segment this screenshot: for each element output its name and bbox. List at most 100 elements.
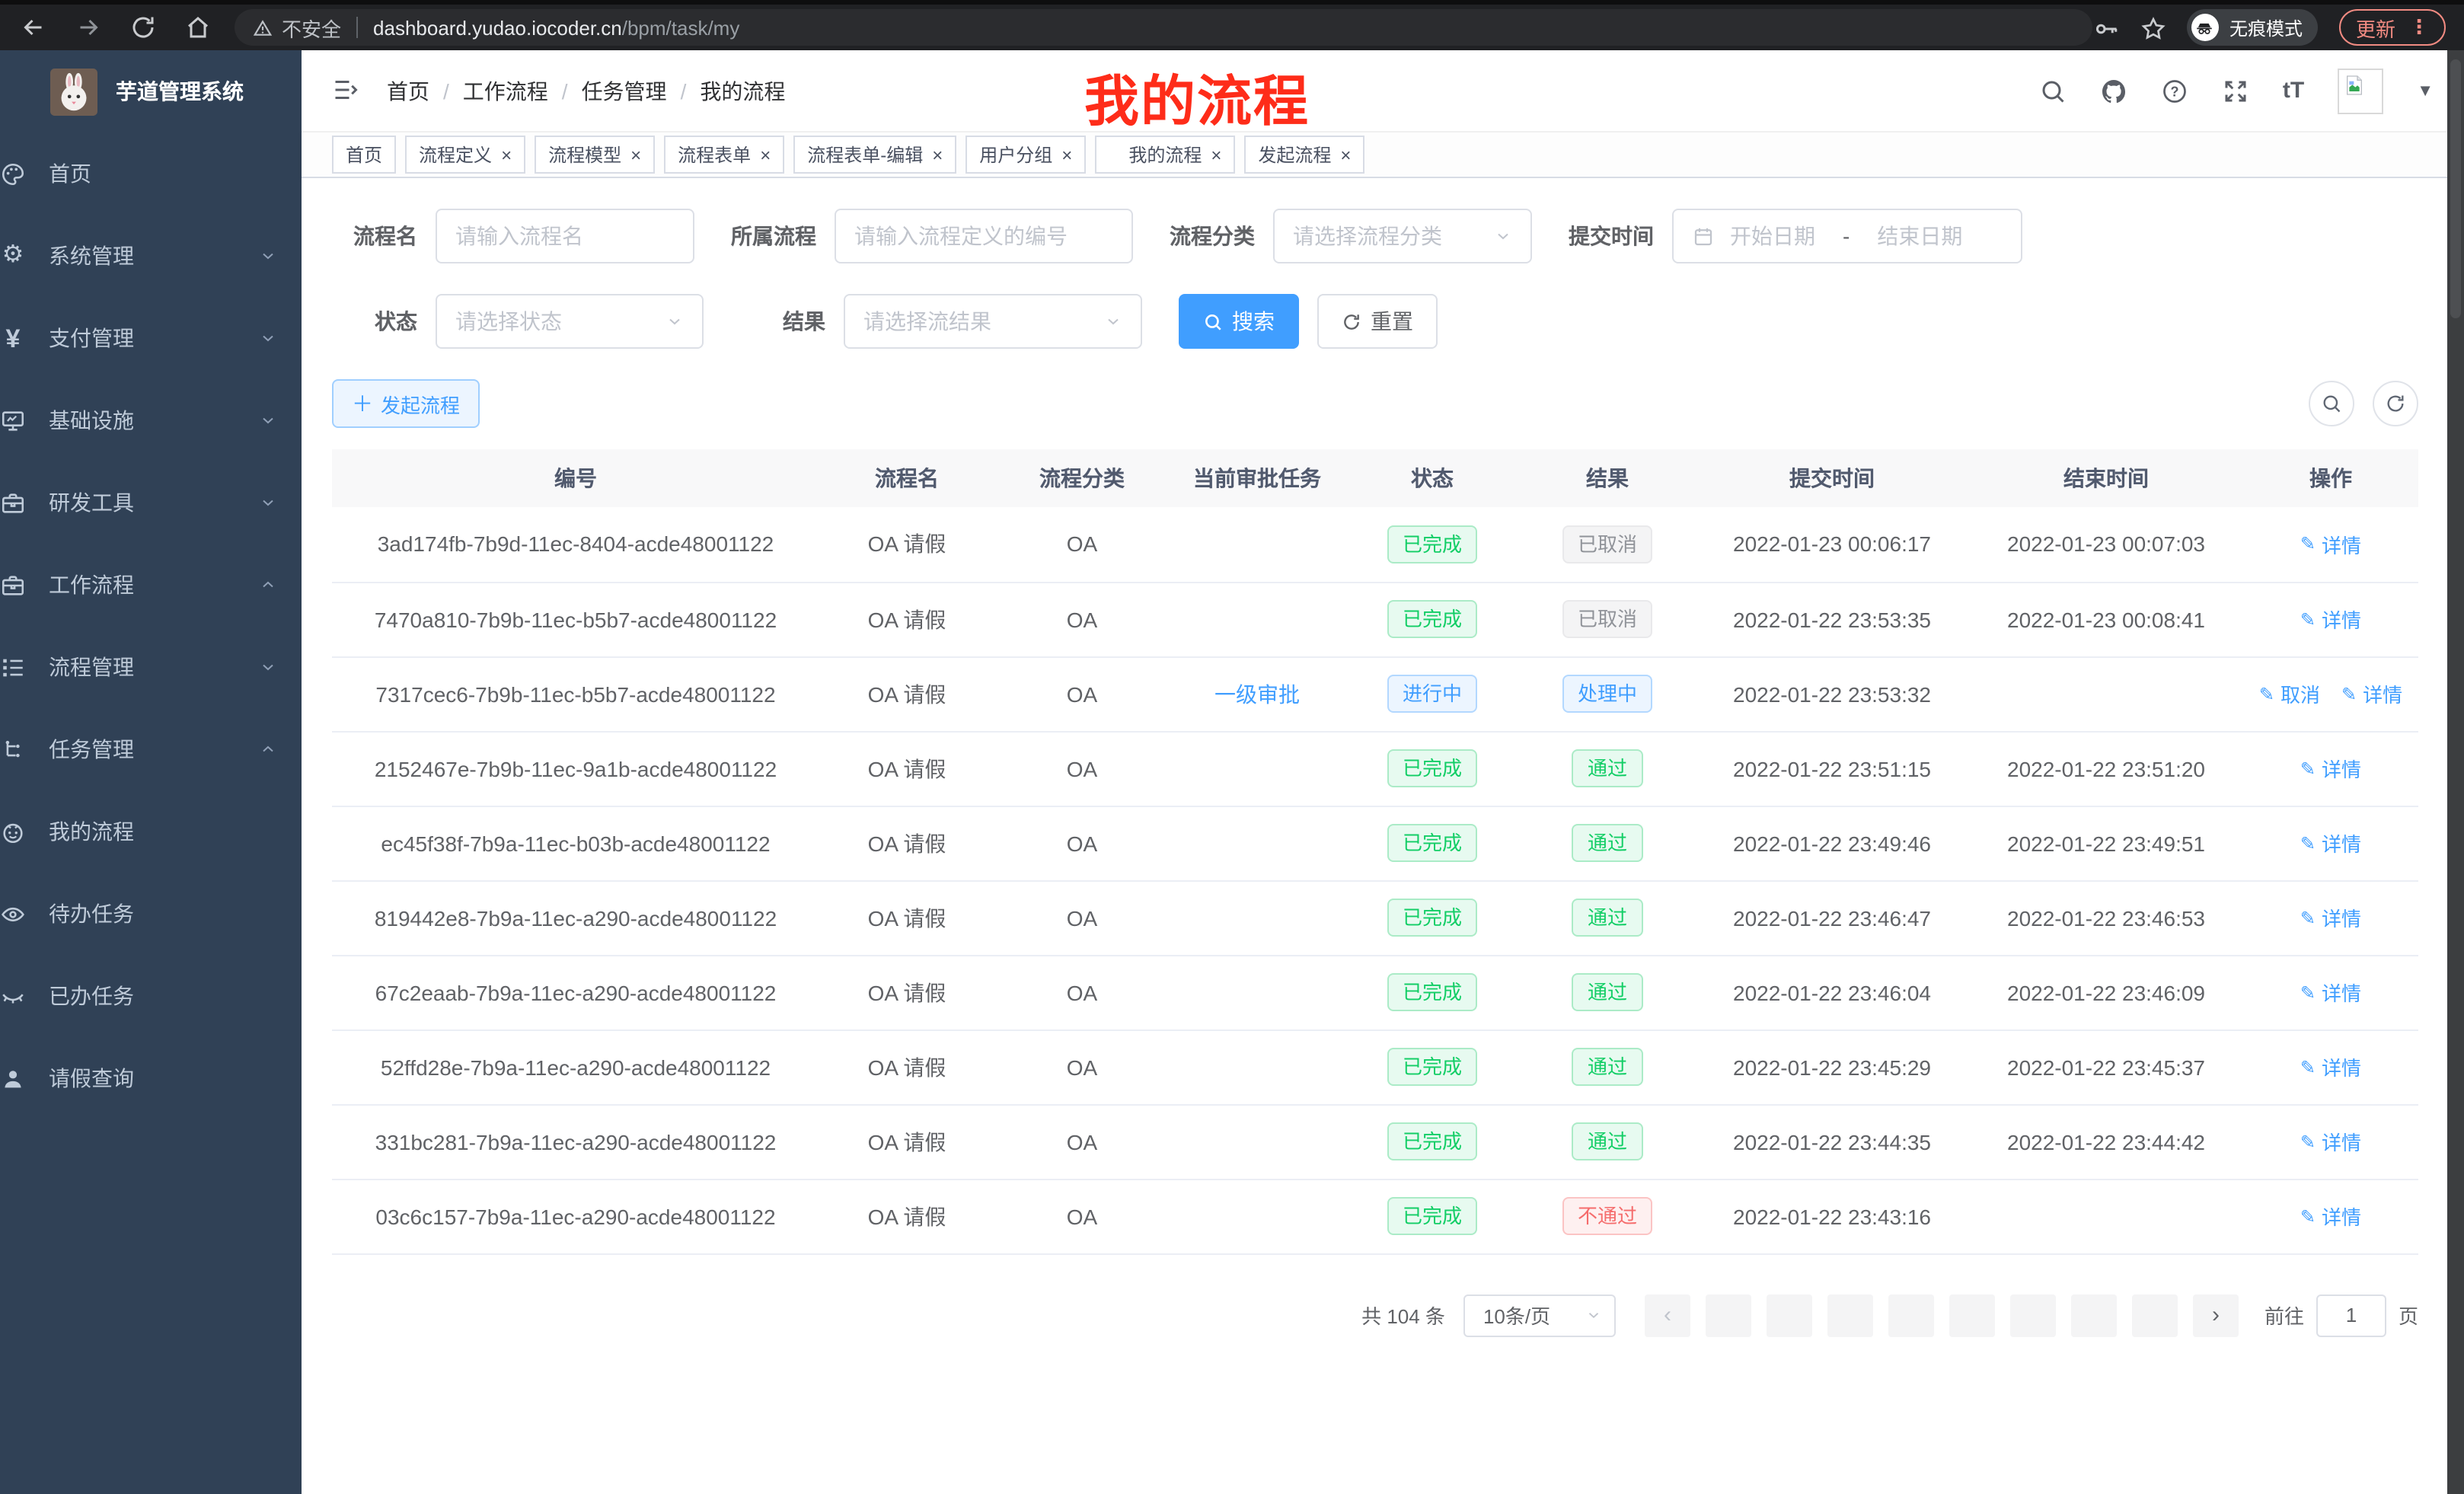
page-button[interactable] bbox=[2071, 1294, 2117, 1336]
cell-id: 7317cec6-7b9b-11ec-b5b7-acde48001122 bbox=[332, 656, 819, 731]
sidebar-item[interactable]: 流程管理 bbox=[0, 626, 302, 708]
tab[interactable]: 首页 × bbox=[332, 136, 396, 174]
tab[interactable]: 流程表单 × bbox=[664, 136, 784, 174]
plus-icon: ＋ bbox=[352, 393, 373, 414]
result-select[interactable]: 请选择流结果 bbox=[844, 294, 1142, 349]
close-icon[interactable]: × bbox=[1061, 145, 1072, 164]
forward-icon[interactable] bbox=[73, 12, 104, 43]
cell-result: 通过 bbox=[1520, 1030, 1695, 1104]
home-icon[interactable] bbox=[183, 12, 213, 43]
address-bar[interactable]: 不安全 dashboard.yudao.iocoder.cn /bpm/task… bbox=[235, 9, 2092, 46]
tab[interactable]: 我的流程 × bbox=[1095, 136, 1235, 174]
category-select[interactable]: 请选择流程分类 bbox=[1273, 209, 1532, 263]
close-icon[interactable]: × bbox=[1340, 145, 1351, 164]
task-link[interactable]: 一级审批 bbox=[1214, 682, 1300, 706]
page-button[interactable] bbox=[1827, 1294, 1873, 1336]
submit-time-range[interactable]: 开始日期 - 结束日期 bbox=[1672, 209, 2022, 263]
sidebar-item[interactable]: 待办任务 bbox=[0, 873, 302, 955]
end-date-placeholder[interactable]: 结束日期 bbox=[1877, 221, 1962, 251]
process-name-input[interactable] bbox=[436, 209, 694, 263]
action-link[interactable]: ✎ 详情 bbox=[2300, 828, 2361, 857]
github-icon[interactable] bbox=[2100, 77, 2127, 104]
next-page-button[interactable]: › bbox=[2193, 1294, 2239, 1336]
action-link[interactable]: ✎ 详情 bbox=[2300, 754, 2361, 783]
close-icon[interactable]: × bbox=[760, 145, 771, 164]
search-button[interactable]: 搜索 bbox=[1179, 294, 1299, 349]
action-link[interactable]: ✎ 详情 bbox=[2300, 1052, 2361, 1081]
sidebar-item[interactable]: 首页 bbox=[0, 132, 302, 215]
action-link[interactable]: ✎ 详情 bbox=[2341, 679, 2402, 708]
page-button[interactable] bbox=[1888, 1294, 1934, 1336]
action-link[interactable]: ✎ 详情 bbox=[2300, 605, 2361, 634]
breadcrumb-item[interactable]: 工作流程 bbox=[463, 75, 582, 106]
close-icon[interactable]: × bbox=[501, 145, 512, 164]
sidebar-item[interactable]: ⚙ 系统管理 bbox=[0, 215, 302, 297]
page-button[interactable] bbox=[1706, 1294, 1751, 1336]
tab[interactable]: 流程模型 × bbox=[535, 136, 655, 174]
breadcrumb-item[interactable]: 我的流程 bbox=[700, 75, 785, 106]
sidebar-item[interactable]: 请假查询 bbox=[0, 1037, 302, 1119]
reset-button[interactable]: 重置 bbox=[1317, 294, 1438, 349]
tab[interactable]: 流程定义 × bbox=[405, 136, 525, 174]
browser-menu-icon[interactable]: ⋮ bbox=[2409, 15, 2429, 40]
toggle-search-button[interactable] bbox=[2309, 381, 2354, 426]
app-title: 芋道管理系统 bbox=[116, 76, 244, 107]
page-button[interactable] bbox=[2132, 1294, 2178, 1336]
action-link[interactable]: ✎ 详情 bbox=[2300, 530, 2361, 559]
action-link[interactable]: ✎ 详情 bbox=[2300, 978, 2361, 1007]
hamburger-icon[interactable] bbox=[332, 75, 362, 106]
start-date-placeholder[interactable]: 开始日期 bbox=[1730, 221, 1815, 251]
parent-process-input[interactable] bbox=[835, 209, 1133, 263]
action-link[interactable]: ✎ 详情 bbox=[2300, 1127, 2361, 1156]
page-button[interactable] bbox=[1949, 1294, 1995, 1336]
prev-page-button[interactable]: ‹ bbox=[1645, 1294, 1690, 1336]
security-label[interactable]: 不安全 bbox=[282, 13, 341, 42]
update-button[interactable]: 更新 ⋮ bbox=[2339, 9, 2446, 46]
action-link[interactable]: ✎ 取消 bbox=[2259, 679, 2320, 708]
status-badge: 已完成 bbox=[1387, 749, 1477, 787]
sidebar-item[interactable]: 已办任务 bbox=[0, 955, 302, 1037]
search-icon[interactable] bbox=[2039, 77, 2067, 104]
close-icon[interactable]: × bbox=[1211, 145, 1221, 164]
sidebar-item[interactable]: 我的流程 bbox=[0, 790, 302, 873]
action-link[interactable]: ✎ 详情 bbox=[2300, 1202, 2361, 1231]
font-size-icon[interactable]: tT bbox=[2283, 78, 2304, 104]
caret-down-icon[interactable]: ▼ bbox=[2417, 81, 2434, 100]
goto-page-input[interactable] bbox=[2316, 1294, 2386, 1336]
avatar[interactable] bbox=[2338, 68, 2383, 113]
fullscreen-icon[interactable] bbox=[2222, 77, 2249, 104]
action-link[interactable]: ✎ 详情 bbox=[2300, 903, 2361, 932]
table-row: ec45f38f-7b9a-11ec-b03b-acde48001122 OA … bbox=[332, 806, 2418, 880]
sidebar-item[interactable]: 任务管理 bbox=[0, 708, 302, 790]
refresh-button[interactable] bbox=[2373, 381, 2418, 426]
help-icon[interactable]: ? bbox=[2161, 77, 2188, 104]
page-button[interactable] bbox=[1767, 1294, 1812, 1336]
sidebar-item[interactable]: ¥ 支付管理 bbox=[0, 297, 302, 379]
sidebar-item[interactable]: 基础设施 bbox=[0, 379, 302, 461]
tab[interactable]: 发起流程 × bbox=[1244, 136, 1364, 174]
back-icon[interactable] bbox=[18, 12, 49, 43]
sidebar-item[interactable]: 工作流程 bbox=[0, 544, 302, 626]
scrollbar-thumb[interactable] bbox=[2450, 59, 2461, 318]
column-header: 状态 bbox=[1345, 449, 1520, 507]
bookmark-star-icon[interactable] bbox=[2140, 14, 2166, 40]
cell-status: 已完成 bbox=[1345, 1104, 1520, 1179]
breadcrumb-item[interactable]: 任务管理 bbox=[582, 75, 701, 106]
reload-icon[interactable] bbox=[128, 12, 158, 43]
password-key-icon[interactable] bbox=[2092, 14, 2118, 40]
tab[interactable]: 用户分组 × bbox=[965, 136, 1086, 174]
status-select[interactable]: 请选择状态 bbox=[436, 294, 704, 349]
breadcrumb-item[interactable]: 首页 bbox=[387, 75, 463, 106]
sidebar-item[interactable]: 研发工具 bbox=[0, 461, 302, 544]
status-badge: 已完成 bbox=[1387, 899, 1477, 937]
cell-result: 通过 bbox=[1520, 880, 1695, 955]
page-size-select[interactable]: 10条/页 bbox=[1463, 1294, 1616, 1336]
page-button[interactable] bbox=[2010, 1294, 2056, 1336]
close-icon[interactable]: × bbox=[630, 145, 641, 164]
tab[interactable]: 流程表单-编辑 × bbox=[793, 136, 956, 174]
close-icon[interactable]: × bbox=[932, 145, 943, 164]
table-row: 03c6c157-7b9a-11ec-a290-acde48001122 OA … bbox=[332, 1179, 2418, 1253]
scrollbar[interactable] bbox=[2447, 50, 2464, 1494]
cell-category: OA bbox=[994, 1104, 1170, 1179]
create-process-button[interactable]: ＋ 发起流程 bbox=[332, 379, 480, 428]
